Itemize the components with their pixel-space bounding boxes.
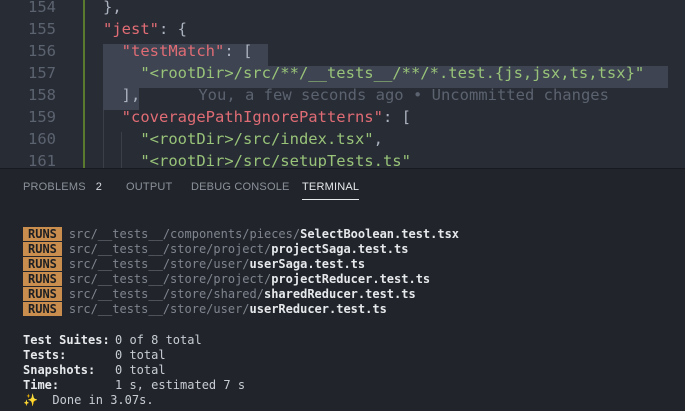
runs-badge: RUNS	[23, 287, 62, 301]
code-text: "coveragePathIgnorePatterns": [	[103, 106, 411, 128]
code-line: 154},	[0, 0, 685, 18]
bottom-panel: PROBLEMS 2 OUTPUT DEBUG CONSOLE TERMINAL …	[0, 168, 685, 411]
code-token: "<rootDir>/src/setupTests.ts"	[140, 152, 411, 168]
git-blame-annotation: You, a few seconds ago • Uncommitted cha…	[198, 86, 609, 104]
tab-output[interactable]: OUTPUT	[126, 181, 172, 193]
tab-debug-console[interactable]: DEBUG CONSOLE	[191, 181, 290, 193]
test-run-row: RUNS src/__tests__/store/shared/sharedRed…	[23, 287, 673, 302]
line-number: 156	[28, 42, 56, 60]
code-text: },	[103, 0, 122, 18]
code-text: "<rootDir>/src/setupTests.ts"	[103, 150, 411, 168]
tab-label: TERMINAL	[302, 181, 360, 193]
summary-row: Test Suites: 0 of 8 total	[23, 333, 673, 348]
code-token: "<rootDir>/src/**/__tests__/**/*.test.{j…	[140, 64, 645, 82]
summary-label: Test Suites:	[23, 333, 110, 347]
tab-problems[interactable]: PROBLEMS 2	[23, 181, 102, 193]
code-token: "testMatch"	[121, 42, 225, 60]
code-text: "<rootDir>/src/index.tsx",	[103, 128, 383, 150]
line-number: 154	[28, 0, 56, 16]
summary-label: Tests:	[23, 348, 67, 362]
code-token: "<rootDir>/src/index.tsx"	[140, 130, 374, 148]
code-line: 161 "<rootDir>/src/setupTests.ts"	[0, 150, 685, 168]
code-token: : [	[382, 108, 411, 126]
code-token: "jest"	[103, 20, 159, 38]
problems-count-badge: 2	[95, 181, 103, 193]
done-text: Done in 3.07s.	[52, 393, 154, 407]
test-run-row: RUNS src/__tests__/store/project/projectR…	[23, 272, 673, 287]
summary-row: Time: 1 s, estimated 7 s	[23, 378, 673, 393]
test-file-dir: src/__tests__/store/shared/	[68, 287, 264, 301]
tab-label: OUTPUT	[126, 181, 173, 193]
summary-value: 0 of 8 total	[115, 333, 202, 347]
test-file-name: projectReducer.test.ts	[271, 272, 431, 286]
test-file-name: projectSaga.test.ts	[271, 242, 409, 256]
code-line: 156 "testMatch": [	[0, 40, 685, 62]
test-file-name: userSaga.test.ts	[249, 257, 366, 271]
test-file-dir: src/__tests__/components/pieces/	[68, 227, 301, 241]
test-run-row: RUNS src/__tests__/store/user/userSaga.te…	[23, 257, 673, 272]
line-number: 155	[28, 20, 56, 38]
runs-badge: RUNS	[23, 272, 62, 286]
test-summary: Test Suites: 0 of 8 total Tests: 0 total S…	[23, 333, 673, 408]
runs-badge: RUNS	[23, 257, 62, 271]
test-file-dir: src/__tests__/store/project/	[68, 272, 272, 286]
code-line: 158 ], You, a few seconds ago • Uncommitt…	[0, 84, 685, 106]
summary-label: Time:	[23, 378, 60, 392]
code-token: "coveragePathIgnorePatterns"	[121, 108, 383, 126]
code-text: ], You, a few seconds ago • Uncommitted c…	[103, 84, 609, 106]
line-number: 158	[28, 86, 56, 104]
code-token: : {	[159, 20, 187, 38]
test-file-name: SelectBoolean.test.tsx	[300, 227, 460, 241]
code-line: 160 "<rootDir>/src/index.tsx",	[0, 128, 685, 150]
summary-value: 0 total	[115, 363, 166, 377]
tab-label: PROBLEMS	[23, 181, 86, 193]
summary-row: Snapshots: 0 total	[23, 363, 673, 378]
tab-terminal[interactable]: TERMINAL	[302, 181, 360, 200]
test-file-name: userReducer.test.ts	[249, 302, 387, 316]
test-file-name: sharedReducer.test.ts	[263, 287, 416, 301]
line-number: 161	[28, 152, 56, 168]
code-token: ,	[373, 130, 383, 148]
done-message: ✨ Done in 3.07s.	[23, 393, 673, 408]
code-token: ],	[121, 86, 141, 104]
test-runs-list: RUNS src/__tests__/components/pieces/Sele…	[23, 227, 673, 317]
test-run-row: RUNS src/__tests__/components/pieces/Sele…	[23, 227, 673, 242]
test-file-dir: src/__tests__/store/user/	[68, 302, 250, 316]
code-text: "jest": {	[103, 18, 187, 40]
code-token: },	[103, 0, 122, 16]
code-token: : [	[224, 42, 253, 60]
code-text: "testMatch": [	[103, 40, 253, 62]
code-line: 159 "coveragePathIgnorePatterns": [	[0, 106, 685, 128]
summary-value: 0 total	[115, 348, 166, 362]
line-number: 159	[28, 108, 56, 126]
panel-tab-bar: PROBLEMS 2 OUTPUT DEBUG CONSOLE TERMINAL	[0, 169, 685, 205]
code-line: 155 "jest": {	[0, 18, 685, 40]
test-run-row: RUNS src/__tests__/store/user/userReducer…	[23, 302, 673, 317]
summary-row: Tests: 0 total	[23, 348, 673, 363]
test-file-dir: src/__tests__/store/project/	[68, 242, 272, 256]
code-editor[interactable]: 154}, 155 "jest": {156 "testMatch": [157 "…	[0, 0, 685, 168]
line-number: 157	[28, 64, 56, 82]
test-run-row: RUNS src/__tests__/store/project/projectS…	[23, 242, 673, 257]
summary-value: 1 s, estimated 7 s	[115, 378, 246, 392]
line-number: 160	[28, 130, 56, 148]
test-file-dir: src/__tests__/store/user/	[68, 257, 250, 271]
summary-label: Snapshots:	[23, 363, 96, 377]
sparkles-icon: ✨	[23, 393, 38, 407]
code-text: "<rootDir>/src/**/__tests__/**/*.test.{j…	[103, 62, 644, 84]
terminal-output[interactable]: RUNS src/__tests__/components/pieces/Sele…	[23, 227, 673, 408]
tab-label: DEBUG CONSOLE	[191, 181, 290, 193]
runs-badge: RUNS	[23, 242, 62, 256]
runs-badge: RUNS	[23, 227, 62, 241]
code-line: 157 "<rootDir>/src/**/__tests__/**/*.tes…	[0, 62, 685, 84]
runs-badge: RUNS	[23, 302, 62, 316]
